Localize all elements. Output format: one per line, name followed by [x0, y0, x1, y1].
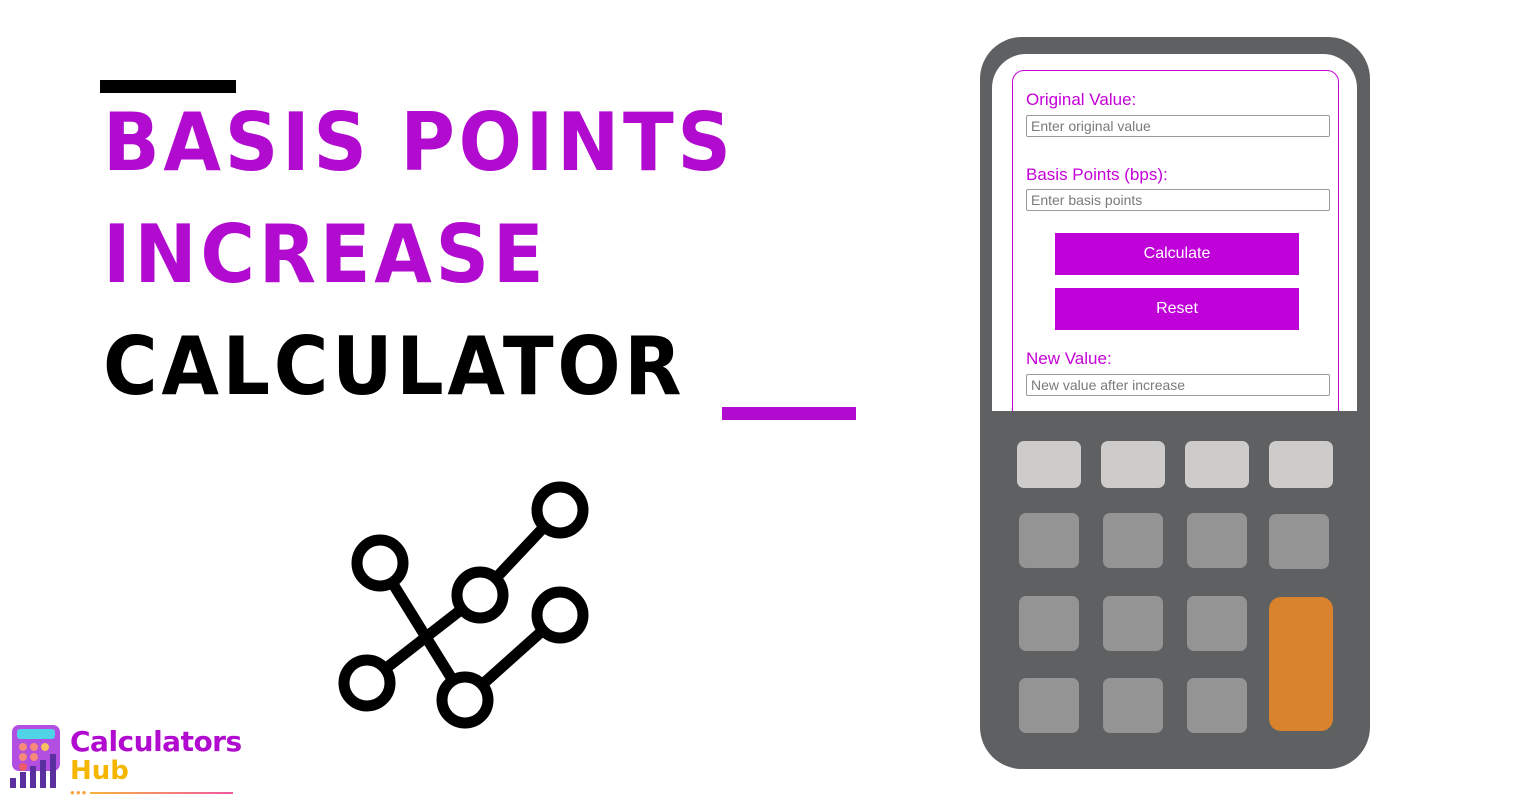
graph-node: [436, 671, 494, 729]
calculator-key: [1103, 596, 1163, 651]
graph-node: [338, 654, 396, 712]
decorative-top-bar: [100, 80, 236, 93]
graph-node: [531, 586, 589, 644]
logo-text-calculators: Calculators: [70, 725, 242, 758]
data-graph-nodes-icon: [338, 481, 589, 729]
calculator-form: Original Value: Basis Points (bps): Calc…: [1012, 70, 1339, 411]
original-value-label: Original Value:: [1026, 90, 1137, 109]
calculators-hub-logo-icon: [10, 725, 60, 788]
basis-points-input[interactable]: [1026, 189, 1330, 211]
calculator-key: [1101, 441, 1165, 488]
graph-node: [531, 481, 589, 539]
calculator-key: [1019, 678, 1079, 733]
decorative-bottom-bar: [722, 407, 856, 420]
basis-points-label: Basis Points (bps):: [1026, 165, 1168, 184]
calculator-key: [1187, 678, 1247, 733]
logo-underline: [90, 792, 233, 794]
calculate-button[interactable]: Calculate: [1055, 233, 1299, 275]
new-value-output[interactable]: [1026, 374, 1330, 396]
reset-button[interactable]: Reset: [1055, 288, 1299, 330]
calculator-key: [1269, 514, 1329, 569]
graph-node: [351, 534, 409, 592]
calculator-key: [1103, 513, 1163, 568]
calculator-key: [1185, 441, 1249, 488]
calculator-key: [1187, 513, 1247, 568]
calculator-key: [1017, 441, 1081, 488]
calculator-key: [1103, 678, 1163, 733]
title-line-1: BASIS POINTS: [103, 96, 735, 189]
logo-dots: ●●●: [70, 788, 88, 797]
logo-text-hub: Hub: [70, 756, 129, 786]
calculator-key: [1187, 596, 1247, 651]
new-value-label: New Value:: [1026, 349, 1112, 368]
calculator-equals-key: [1269, 597, 1333, 731]
calculator-key: [1019, 513, 1079, 568]
original-value-input[interactable]: [1026, 115, 1330, 137]
graph-node: [451, 566, 509, 624]
title-line-3: CALCULATOR: [103, 320, 686, 413]
title-line-2: INCREASE: [103, 208, 548, 301]
calculator-key: [1269, 441, 1333, 488]
calculator-key: [1019, 596, 1079, 651]
calculator-screen: Original Value: Basis Points (bps): Calc…: [992, 54, 1357, 411]
